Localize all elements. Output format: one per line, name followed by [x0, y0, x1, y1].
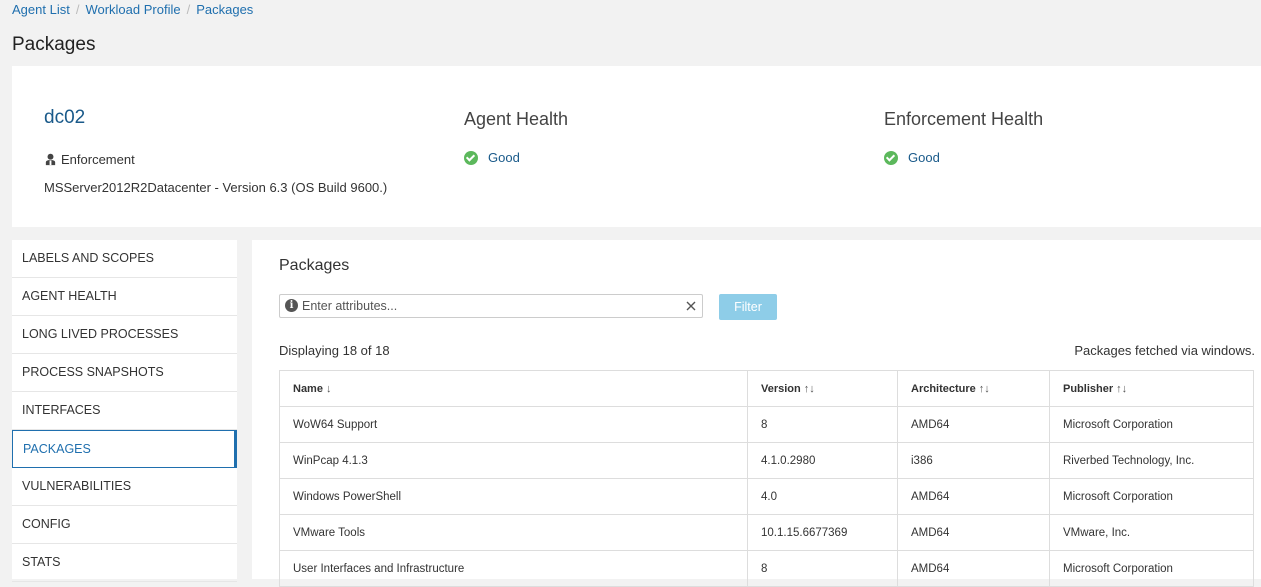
column-header-name[interactable]: Name ↓ — [279, 370, 748, 407]
check-circle-icon — [464, 150, 478, 165]
cell-name: VMware Tools — [279, 514, 748, 551]
nav-interfaces[interactable]: INTERFACES — [12, 392, 237, 430]
sort-icon: ↑↓ — [1116, 382, 1128, 395]
filter-input[interactable] — [302, 296, 672, 316]
enforcement-health-status: Good — [884, 150, 940, 165]
cell-version: 10.1.15.6677369 — [747, 514, 898, 551]
nav-agent-health[interactable]: AGENT HEALTH — [12, 278, 237, 316]
cell-version: 8 — [747, 550, 898, 587]
column-header-version[interactable]: Version ↑↓ — [747, 370, 898, 407]
cell-version: 4.1.0.2980 — [747, 442, 898, 479]
breadcrumb-separator: / — [186, 2, 191, 17]
cell-architecture: AMD64 — [897, 514, 1050, 551]
table-header-row: Name ↓ Version ↑↓ Architecture ↑↓ Publisher… — [279, 370, 1254, 407]
enforcement-icon — [45, 153, 56, 166]
cell-version: 8 — [747, 406, 898, 443]
breadcrumb-agent-list[interactable]: Agent List — [12, 2, 70, 17]
cell-architecture: AMD64 — [897, 406, 1050, 443]
filter-button[interactable]: Filter — [719, 294, 777, 320]
packages-panel: Packages i Filter Displaying 18 of 18 Pa… — [252, 240, 1261, 587]
column-label: Name — [293, 382, 323, 395]
sort-down-icon: ↓ — [325, 382, 332, 395]
close-icon[interactable] — [684, 299, 698, 313]
table-row[interactable]: VMware Tools 10.1.15.6677369 AMD64 VMwar… — [279, 514, 1254, 551]
packages-table: Name ↓ Version ↑↓ Architecture ↑↓ Publisher… — [279, 370, 1254, 587]
enforcement-health-title: Enforcement Health — [884, 109, 1044, 129]
column-label: Publisher — [1063, 382, 1114, 395]
fetch-source: Packages fetched via windows. — [1074, 343, 1255, 358]
column-header-publisher[interactable]: Publisher ↑↓ — [1049, 370, 1254, 407]
cell-architecture: AMD64 — [897, 550, 1050, 587]
nav-process-snapshots[interactable]: PROCESS SNAPSHOTS — [12, 354, 237, 392]
sort-icon: ↑↓ — [803, 382, 815, 395]
cell-publisher: Microsoft Corporation — [1049, 406, 1254, 443]
cell-publisher: Riverbed Technology, Inc. — [1049, 442, 1254, 479]
section-title: Packages — [279, 257, 350, 274]
nav-labels-and-scopes[interactable]: LABELS AND SCOPES — [12, 240, 237, 278]
enforcement-health-value: Good — [908, 150, 940, 165]
table-row[interactable]: WinPcap 4.1.3 4.1.0.2980 i386 Riverbed T… — [279, 442, 1254, 479]
cell-architecture: i386 — [897, 442, 1050, 479]
breadcrumb-packages[interactable]: Packages — [196, 2, 253, 17]
hostname: dc02 — [44, 107, 86, 128]
cell-version: 4.0 — [747, 478, 898, 515]
nav-long-lived-processes[interactable]: LONG LIVED PROCESSES — [12, 316, 237, 354]
breadcrumb-workload-profile[interactable]: Workload Profile — [85, 2, 180, 17]
agent-health-value: Good — [488, 150, 520, 165]
column-header-architecture[interactable]: Architecture ↑↓ — [897, 370, 1050, 407]
nav-stats[interactable]: STATS — [12, 544, 237, 582]
table-row[interactable]: WoW64 Support 8 AMD64 Microsoft Corporat… — [279, 406, 1254, 443]
agent-health-status: Good — [464, 150, 520, 165]
cell-name: Windows PowerShell — [279, 478, 748, 515]
agent-health-title: Agent Health — [464, 109, 569, 129]
enforcement-label: Enforcement — [61, 152, 135, 167]
nav-packages[interactable]: PACKAGES — [12, 430, 237, 468]
info-icon[interactable]: i — [285, 299, 298, 312]
check-circle-icon — [884, 150, 898, 165]
page-title: Packages — [12, 34, 96, 55]
cell-publisher: Microsoft Corporation — [1049, 550, 1254, 587]
cell-publisher: VMware, Inc. — [1049, 514, 1254, 551]
cell-name: WinPcap 4.1.3 — [279, 442, 748, 479]
sort-icon: ↑↓ — [978, 382, 990, 395]
table-row[interactable]: Windows PowerShell 4.0 AMD64 Microsoft C… — [279, 478, 1254, 515]
breadcrumb-separator: / — [75, 2, 80, 17]
cell-name: WoW64 Support — [279, 406, 748, 443]
breadcrumb: Agent List / Workload Profile / Packages — [12, 2, 253, 17]
cell-publisher: Microsoft Corporation — [1049, 478, 1254, 515]
cell-architecture: AMD64 — [897, 478, 1050, 515]
nav-config[interactable]: CONFIG — [12, 506, 237, 544]
nav-vulnerabilities[interactable]: VULNERABILITIES — [12, 468, 237, 506]
enforcement-type: Enforcement — [44, 152, 135, 167]
filter-box: i — [279, 294, 703, 318]
agent-summary-panel: dc02 Enforcement MSServer2012R2Datacente… — [12, 66, 1261, 227]
os-version: MSServer2012R2Datacenter - Version 6.3 (… — [44, 180, 388, 195]
column-label: Version — [761, 382, 801, 395]
table-row[interactable]: User Interfaces and Infrastructure 8 AMD… — [279, 550, 1254, 587]
side-navigation: LABELS AND SCOPES AGENT HEALTH LONG LIVE… — [12, 240, 237, 582]
cell-name: User Interfaces and Infrastructure — [279, 550, 748, 587]
result-count: Displaying 18 of 18 — [279, 343, 390, 358]
column-label: Architecture — [911, 382, 976, 395]
